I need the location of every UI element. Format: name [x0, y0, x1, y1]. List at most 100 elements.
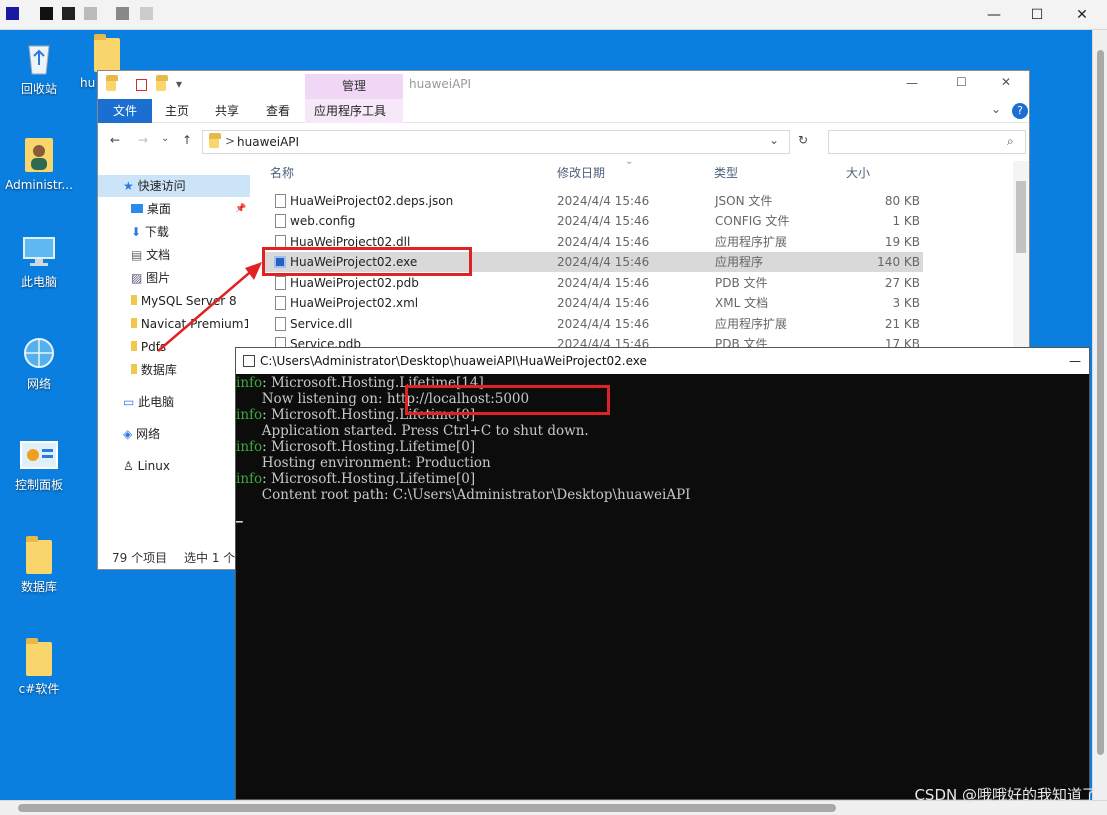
properties-icon[interactable]: [136, 79, 147, 91]
file-size: 19 KB: [884, 235, 920, 249]
file-row[interactable]: HuaWeiProject02.xml 2024/4/4 15:46 XML 文…: [263, 293, 923, 313]
annotation-arrow: [157, 262, 262, 352]
nav-network[interactable]: ◈ 网络: [98, 423, 248, 445]
file-type: CONFIG 文件: [715, 214, 790, 228]
column-date[interactable]: 修改日期: [557, 161, 605, 185]
file-date: 2024/4/4 15:46: [557, 255, 650, 269]
desktop-icon-this-pc[interactable]: 此电脑: [2, 235, 76, 290]
recycle-bin-icon: [28, 45, 50, 75]
explorer-maximize-button[interactable]: ☐: [956, 75, 967, 89]
file-date: 2024/4/4 15:46: [557, 194, 650, 208]
nav-this-pc[interactable]: ▭ 此电脑: [98, 391, 248, 413]
document-icon: ▤: [131, 248, 143, 262]
log-text: : Microsoft.Hosting.Lifetime[0]: [262, 439, 476, 455]
maximize-button[interactable]: ☐: [1019, 4, 1055, 26]
console-window: C:\Users\Administrator\Desktop\huaweiAPI…: [235, 347, 1090, 800]
blurred-title-block: [62, 7, 75, 20]
recent-dropdown-icon[interactable]: ⌄: [161, 133, 169, 144]
minimize-button[interactable]: —: [976, 4, 1012, 26]
nav-desktop[interactable]: 桌面 📌: [98, 198, 248, 220]
column-name[interactable]: 名称: [270, 161, 294, 185]
refresh-icon[interactable]: ↻: [798, 133, 808, 147]
file-date: 2024/4/4 15:46: [557, 317, 650, 331]
nav-linux[interactable]: ♙ Linux: [98, 455, 248, 477]
ribbon-expand-icon[interactable]: ⌄: [991, 102, 1001, 116]
picture-icon: ▨: [131, 271, 143, 285]
desktop-icon-csharp-folder[interactable]: c#软件: [2, 638, 76, 697]
console-line: Hosting environment: Production: [236, 455, 491, 471]
console-app-icon: [243, 355, 255, 367]
star-icon: ★: [123, 179, 134, 193]
config-file-icon: [275, 214, 286, 228]
breadcrumb-huaweiapi[interactable]: huaweiAPI: [237, 135, 299, 149]
desktop-icon-recycle-bin[interactable]: 回收站: [2, 38, 76, 97]
url-highlight-box: [405, 385, 610, 415]
manage-context-tab[interactable]: 管理: [305, 74, 403, 99]
scrollbar-thumb[interactable]: [1016, 181, 1026, 253]
folder-icon: [131, 341, 137, 351]
file-row[interactable]: Service.dll 2024/4/4 15:46 应用程序扩展 21 KB: [263, 314, 923, 334]
address-bar-row: ← → ⌄ ↑ > huaweiAPI ⌄ ↻ ⌕: [98, 126, 1029, 158]
scrollbar-thumb[interactable]: [18, 804, 836, 812]
blurred-title-block: [116, 7, 129, 20]
help-icon[interactable]: ?: [1012, 103, 1028, 119]
file-name: HuaWeiProject02.xml: [290, 296, 419, 310]
tab-file[interactable]: 文件: [98, 99, 152, 123]
desktop-icon-control-panel[interactable]: 控制面板: [2, 440, 76, 493]
address-dropdown-icon[interactable]: ⌄: [769, 133, 779, 147]
blurred-title-block: [140, 7, 153, 20]
scrollbar-thumb[interactable]: [1097, 50, 1104, 755]
linux-penguin-icon: ♙: [123, 459, 134, 473]
desktop-icon-database-folder[interactable]: 数据库: [2, 536, 76, 595]
console-output[interactable]: info: Microsoft.Hosting.Lifetime[14] Now…: [236, 375, 1089, 799]
forward-arrow-icon[interactable]: →: [138, 133, 148, 147]
up-arrow-icon[interactable]: ↑: [182, 133, 192, 147]
app-icon: [6, 7, 19, 20]
desktop-icon-label: 数据库: [20, 580, 57, 594]
console-minimize-button[interactable]: —: [1069, 348, 1081, 374]
file-size: 80 KB: [884, 194, 920, 208]
outer-vertical-scrollbar[interactable]: [1092, 30, 1107, 800]
file-name: HuaWeiProject02.pdb: [290, 276, 419, 290]
new-folder-icon[interactable]: [156, 75, 168, 91]
nav-downloads[interactable]: ⬇ 下载: [98, 221, 248, 243]
file-date: 2024/4/4 15:46: [557, 296, 650, 310]
file-size: 21 KB: [884, 317, 920, 331]
file-date: 2024/4/4 15:46: [557, 235, 650, 249]
explorer-close-button[interactable]: ✕: [1001, 75, 1011, 89]
file-row[interactable]: web.config 2024/4/4 15:46 CONFIG 文件 1 KB: [263, 211, 923, 231]
column-size[interactable]: 大小: [846, 161, 870, 185]
tab-home[interactable]: 主页: [156, 99, 198, 123]
computer-icon: ▭: [123, 395, 135, 409]
explorer-title: huaweiAPI: [409, 77, 472, 91]
desktop-icon-label: Administr...: [5, 178, 73, 192]
file-row[interactable]: HuaWeiProject02.deps.json 2024/4/4 15:46…: [263, 191, 923, 211]
search-input[interactable]: ⌕: [828, 130, 1026, 154]
back-arrow-icon[interactable]: ←: [110, 133, 120, 147]
nav-database[interactable]: 数据库: [98, 359, 248, 381]
folder-icon: [131, 295, 137, 305]
desktop-icon-administrator[interactable]: Administr...: [2, 134, 76, 192]
log-level: info: [236, 439, 263, 455]
nav-quick-access[interactable]: ★ 快速访问: [98, 175, 250, 197]
folder-icon: [209, 133, 221, 148]
selected-count: 选中 1 个: [184, 551, 236, 565]
file-type: XML 文档: [715, 296, 769, 310]
desktop-icon-network[interactable]: 网络: [2, 335, 76, 392]
address-input[interactable]: > huaweiAPI ⌄: [202, 130, 790, 154]
explorer-minimize-button[interactable]: —: [906, 76, 918, 90]
console-title: C:\Users\Administrator\Desktop\huaweiAPI…: [260, 354, 647, 368]
tab-application-tools[interactable]: 应用程序工具: [305, 99, 403, 123]
tab-share[interactable]: 共享: [206, 99, 248, 123]
quick-access-dropdown-icon[interactable]: ▾: [176, 77, 182, 91]
log-text: Application started. Press Ctrl+C to shu…: [236, 423, 589, 439]
tab-view[interactable]: 查看: [257, 99, 299, 123]
file-row[interactable]: HuaWeiProject02.pdb 2024/4/4 15:46 PDB 文…: [263, 273, 923, 293]
column-type[interactable]: 类型: [714, 161, 738, 185]
file-name: Service.dll: [290, 317, 353, 331]
close-button[interactable]: ✕: [1064, 4, 1100, 26]
folder-icon: [131, 364, 137, 374]
desktop-icon-label: 控制面板: [14, 478, 63, 492]
nav-label: 桌面: [146, 202, 171, 216]
file-size: 3 KB: [892, 296, 920, 310]
